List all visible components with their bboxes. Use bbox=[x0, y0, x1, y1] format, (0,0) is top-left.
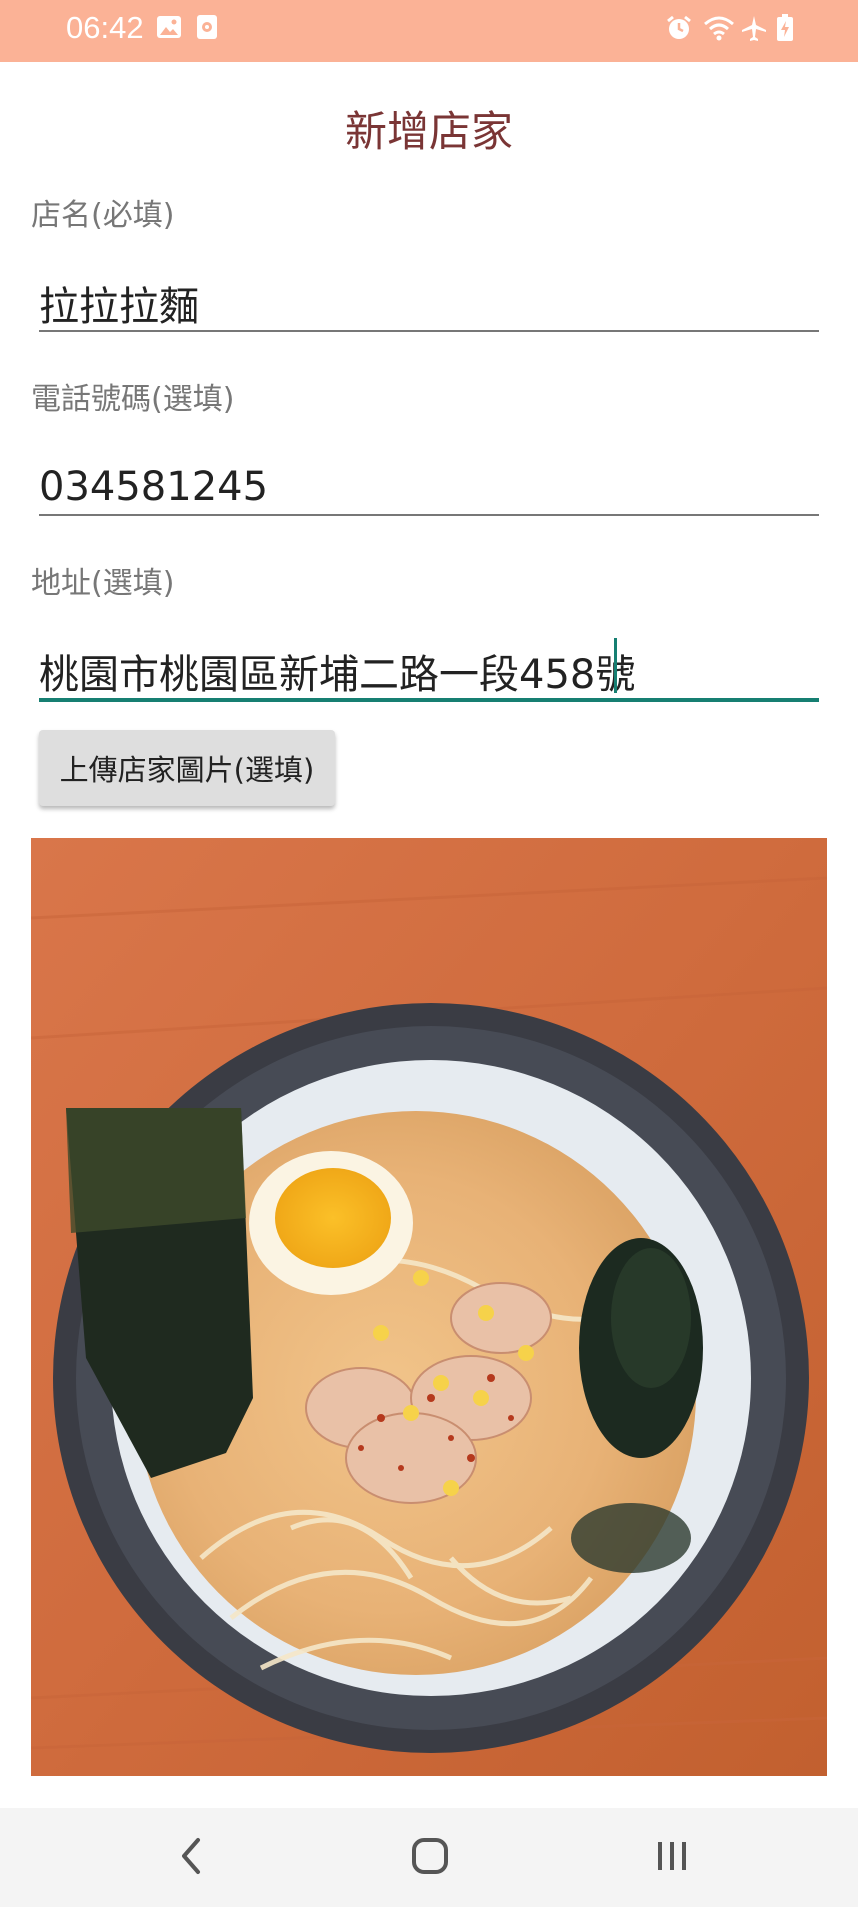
ramen-bowl-photo bbox=[31, 838, 827, 1776]
text-cursor bbox=[614, 638, 617, 693]
navigation-bar bbox=[0, 1808, 858, 1907]
back-icon[interactable] bbox=[170, 1828, 214, 1888]
home-icon[interactable] bbox=[406, 1828, 454, 1888]
store-name-label: 店名(必填) bbox=[31, 198, 175, 233]
phone-label: 電話號碼(選填) bbox=[31, 382, 235, 417]
store-name-field[interactable] bbox=[39, 276, 819, 332]
address-field[interactable] bbox=[39, 644, 819, 702]
alarm-icon bbox=[665, 14, 693, 46]
status-bar: 06:42 bbox=[0, 0, 858, 62]
image-icon bbox=[156, 14, 182, 44]
recent-apps-icon[interactable] bbox=[648, 1828, 696, 1888]
status-time: 06:42 bbox=[66, 10, 144, 45]
airplane-mode-icon bbox=[740, 14, 768, 46]
store-image-preview bbox=[31, 838, 827, 1776]
wifi-icon bbox=[703, 14, 735, 46]
phone-field[interactable] bbox=[39, 460, 819, 516]
battery-charging-icon bbox=[776, 14, 794, 46]
recording-icon bbox=[196, 14, 218, 44]
page-title: 新增店家 bbox=[344, 107, 513, 156]
upload-image-button[interactable]: 上傳店家圖片(選填) bbox=[39, 730, 335, 806]
address-label: 地址(選填) bbox=[31, 566, 175, 601]
